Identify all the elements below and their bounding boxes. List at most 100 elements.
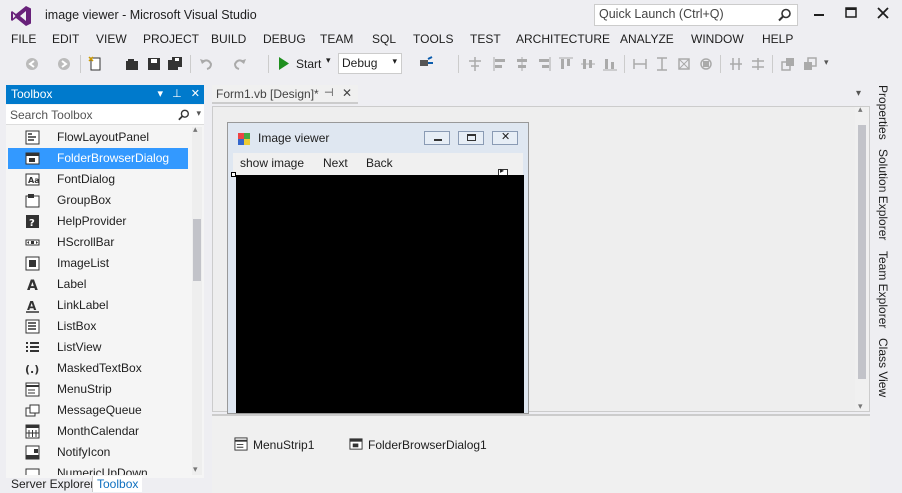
designer-surface[interactable]: Image viewer ✕ show image Next Back ▸ ▴ … (212, 105, 870, 414)
scroll-down-icon[interactable]: ▾ (193, 465, 198, 475)
toolbox-item-groupbox[interactable]: GroupBox (8, 190, 188, 211)
toolbox-search-input[interactable]: Search Toolbox ▾ (6, 105, 204, 125)
menu-build[interactable]: BUILD (211, 32, 246, 46)
toolbox-item-numericupdown[interactable]: NumericUpDown (8, 463, 188, 475)
toolbox-item-notifyicon[interactable]: NotifyIcon (8, 442, 188, 463)
chevron-down-icon: ▾ (326, 55, 331, 65)
close-icon[interactable]: ✕ (191, 88, 200, 100)
forward-icon[interactable] (56, 56, 72, 72)
save-icon[interactable] (146, 56, 162, 72)
menustrip-icon (234, 437, 248, 451)
fontdialog-icon: Aa (25, 173, 40, 186)
svg-text:(.): (.) (25, 363, 39, 376)
save-all-icon[interactable] (167, 56, 183, 72)
form-menu-show-image[interactable]: show image (240, 156, 304, 170)
toolbox-item-flowlayoutpanel[interactable]: FlowLayoutPanel (8, 127, 188, 148)
listbox-icon (25, 319, 40, 334)
svg-text:?: ? (29, 218, 35, 229)
visual-studio-logo-icon (11, 6, 31, 26)
close-button[interactable] (868, 2, 898, 24)
menu-tools[interactable]: TOOLS (413, 32, 453, 46)
scrollbar-thumb[interactable] (193, 219, 201, 281)
menu-project[interactable]: PROJECT (143, 32, 199, 46)
pin-icon[interactable]: ⊣ (324, 86, 334, 99)
form-app-icon (238, 133, 250, 145)
scrollbar-thumb[interactable] (858, 125, 866, 379)
toolbox-item-menustrip[interactable]: MenuStrip (8, 379, 188, 400)
tool-window-tabs: Server Explorer Toolbox (6, 476, 204, 493)
toolbox-panel: Toolbox ▾ ⊥ ✕ Search Toolbox ▾ FlowLayou… (6, 85, 204, 478)
toolbox-item-helpprovider[interactable]: ? HelpProvider (8, 211, 188, 232)
tab-overflow-icon[interactable]: ▾ (856, 88, 861, 99)
solution-configuration-select[interactable]: Debug ▾ (338, 53, 402, 74)
tab-properties[interactable]: Properties (876, 85, 890, 140)
resize-handle[interactable] (231, 172, 236, 177)
menu-window[interactable]: WINDOW (691, 32, 744, 46)
title-bar: image viewer - Microsoft Visual Studio Q… (0, 0, 902, 30)
toolbox-item-folderbrowserdialog[interactable]: FolderBrowserDialog (8, 148, 188, 169)
toolbox-item-linklabel[interactable]: A LinkLabel (8, 295, 188, 316)
toolbox-item-label[interactable]: A Label (8, 274, 188, 295)
search-icon (778, 8, 791, 22)
tab-solution-explorer[interactable]: Solution Explorer (876, 149, 890, 240)
designer-scrollbar[interactable]: ▴ ▾ (855, 105, 869, 412)
tab-class-view[interactable]: Class View (876, 338, 890, 397)
form-menustrip: show image Next Back ▸ (233, 153, 523, 179)
toolbox-scrollbar[interactable]: ▴ ▾ (192, 125, 202, 475)
toolbar-separator (190, 55, 191, 73)
imagelist-icon (25, 256, 40, 271)
numericupdown-icon (25, 468, 40, 475)
document-tab-label: Form1.vb [Design]* (216, 87, 319, 101)
menu-debug[interactable]: DEBUG (263, 32, 306, 46)
search-icon (178, 109, 189, 121)
close-tab-icon[interactable]: ✕ (342, 86, 352, 100)
menu-analyze[interactable]: ANALYZE (620, 32, 674, 46)
menu-edit[interactable]: EDIT (52, 32, 79, 46)
chevron-down-icon: ▾ (196, 108, 201, 118)
form-maximize-button[interactable] (458, 131, 484, 145)
flowlayout-icon (25, 130, 40, 145)
undo-icon[interactable] (198, 56, 214, 72)
pin-icon[interactable]: ⊥ (172, 88, 182, 100)
maximize-button[interactable] (836, 2, 866, 24)
toolbox-item-imagelist[interactable]: ImageList (8, 253, 188, 274)
tray-item-label: FolderBrowserDialog1 (368, 438, 487, 452)
dropdown-icon[interactable]: ▾ (158, 88, 164, 100)
menu-view[interactable]: VIEW (96, 32, 127, 46)
menu-test[interactable]: TEST (470, 32, 501, 46)
open-file-icon[interactable] (124, 56, 140, 72)
redo-icon[interactable] (232, 56, 248, 72)
form-close-button[interactable]: ✕ (492, 130, 518, 145)
picturebox[interactable] (236, 175, 524, 413)
menu-sql[interactable]: SQL (372, 32, 396, 46)
toolbox-item-fontdialog[interactable]: Aa FontDialog (8, 169, 188, 190)
tab-toolbox[interactable]: Toolbox (92, 476, 143, 492)
tab-form1-design[interactable]: Form1.vb [Design]* ⊣ ✕ (212, 85, 358, 104)
tab-server-explorer[interactable]: Server Explorer (11, 477, 94, 491)
tab-team-explorer[interactable]: Team Explorer (876, 251, 890, 328)
toolbox-search-placeholder: Search Toolbox (10, 108, 93, 122)
minimize-button[interactable] (804, 2, 834, 24)
form-menu-back[interactable]: Back (366, 156, 393, 170)
toolbox-item-hscrollbar[interactable]: HScrollBar (8, 232, 188, 253)
scroll-down-icon[interactable]: ▾ (858, 402, 863, 412)
toolbox-item-listbox[interactable]: ListBox (8, 316, 188, 337)
menu-file[interactable]: FILE (11, 32, 36, 46)
menu-team[interactable]: TEAM (320, 32, 353, 46)
quick-launch-input[interactable]: Quick Launch (Ctrl+Q) (594, 4, 798, 26)
toolbox-item-messagequeue[interactable]: MessageQueue (8, 400, 188, 421)
toolbox-item-monthcalendar[interactable]: MonthCalendar (8, 421, 188, 442)
groupbox-icon (25, 194, 40, 208)
form-minimize-button[interactable] (424, 131, 450, 145)
scroll-up-icon[interactable]: ▴ (858, 105, 863, 115)
form-image-viewer[interactable]: Image viewer ✕ show image Next Back ▸ (227, 122, 529, 414)
toolbox-item-maskedtextbox[interactable]: (.) MaskedTextBox (8, 358, 188, 379)
form-menu-next[interactable]: Next (323, 156, 348, 170)
scroll-up-icon[interactable]: ▴ (193, 125, 198, 135)
back-icon[interactable] (24, 56, 40, 72)
menu-help[interactable]: HELP (762, 32, 793, 46)
toolbox-item-listview[interactable]: ListView (8, 337, 188, 358)
chevron-down-icon: ▾ (392, 56, 397, 66)
new-project-icon[interactable] (88, 56, 104, 72)
menu-architecture[interactable]: ARCHITECTURE (516, 32, 610, 46)
